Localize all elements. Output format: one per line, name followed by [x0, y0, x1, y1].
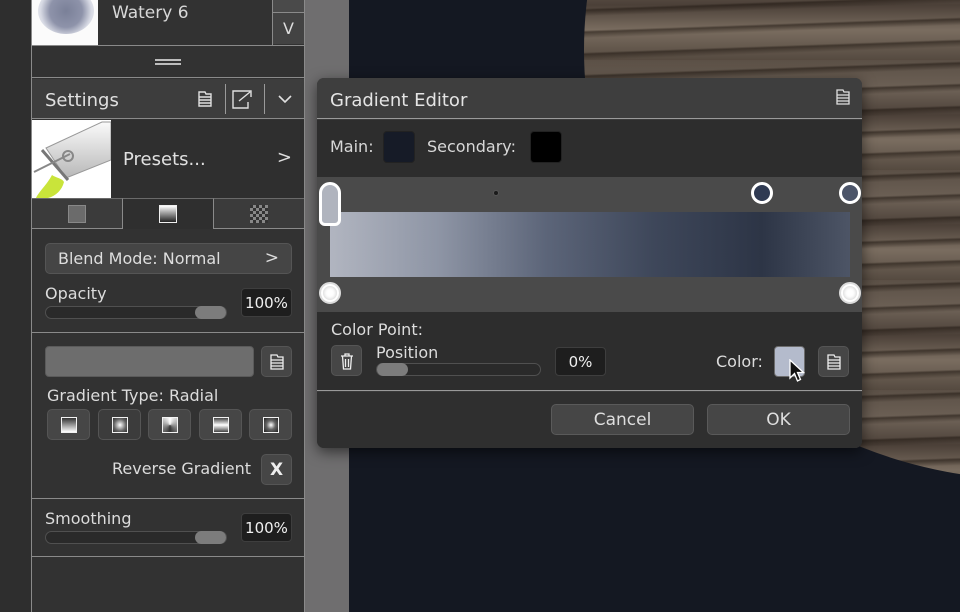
- gradient-bar[interactable]: [330, 212, 850, 277]
- main-color-label: Main:: [330, 137, 374, 156]
- diamond-gradient-icon: [262, 416, 279, 433]
- opacity-value[interactable]: 100%: [241, 288, 292, 317]
- left-toolbar-strip: [0, 0, 31, 612]
- menu-icon[interactable]: [836, 89, 850, 109]
- secondary-color-label: Secondary:: [427, 137, 516, 156]
- dialog-title: Gradient Editor: [330, 90, 468, 111]
- divider: [32, 556, 304, 557]
- smoothing-slider-thumb[interactable]: [195, 531, 226, 544]
- gradient-preview-bar[interactable]: [45, 346, 254, 377]
- position-slider[interactable]: [376, 363, 541, 376]
- divider: [32, 498, 304, 499]
- gradient-type-diamond-button[interactable]: [249, 409, 292, 440]
- smoothing-label: Smoothing: [45, 509, 132, 528]
- delete-point-button[interactable]: [331, 345, 362, 376]
- gradient-menu-button[interactable]: [261, 346, 292, 377]
- smoothing-slider[interactable]: [45, 531, 227, 544]
- conical-gradient-icon: [161, 416, 178, 433]
- gradient-type-radial-button[interactable]: [98, 409, 141, 440]
- color-menu-button[interactable]: [818, 346, 849, 377]
- gradient-midpoint-handle[interactable]: [493, 190, 500, 196]
- fill-type-tabs: [32, 198, 304, 230]
- color-stop-handle[interactable]: [319, 182, 341, 226]
- reverse-gradient-toggle[interactable]: X: [261, 454, 292, 485]
- secondary-color-swatch[interactable]: [530, 131, 562, 163]
- opacity-stop-handle[interactable]: [839, 282, 861, 304]
- gradient-editor-dialog: Gradient Editor Main: Secondary: Color P…: [317, 78, 862, 448]
- collapse-chevron-icon[interactable]: [273, 87, 297, 111]
- brush-name: Watery 6: [112, 3, 189, 23]
- chevron-right-icon: >: [264, 248, 279, 268]
- drag-handle-icon: [155, 58, 181, 65]
- panel-resize-handle[interactable]: [32, 46, 304, 78]
- menu-icon[interactable]: [193, 87, 217, 111]
- presets-label: Presets...: [123, 149, 206, 170]
- radial-gradient-icon: [111, 416, 128, 433]
- tab-gradient[interactable]: [122, 198, 214, 229]
- color-stop-handle[interactable]: [750, 182, 773, 204]
- blend-mode-button[interactable]: Blend Mode: Normal >: [45, 243, 292, 274]
- mouse-pointer-icon: [789, 358, 806, 387]
- presets-row[interactable]: Presets... >: [32, 120, 304, 198]
- dialog-header: Gradient Editor: [317, 78, 862, 119]
- divider: [32, 332, 304, 333]
- tab-pattern[interactable]: [214, 198, 304, 229]
- brush-scroll[interactable]: V: [272, 0, 304, 45]
- reverse-gradient-label: Reverse Gradient: [112, 459, 252, 478]
- presets-thumbnail: [32, 120, 111, 198]
- opacity-label: Opacity: [45, 284, 107, 303]
- chevron-down-icon[interactable]: V: [273, 13, 304, 44]
- gradient-editing-area: [317, 177, 862, 312]
- scroll-up-button[interactable]: [273, 0, 304, 13]
- position-label: Position: [376, 343, 439, 362]
- export-icon[interactable]: [231, 87, 255, 111]
- gradient-type-linear-button[interactable]: [47, 409, 90, 440]
- menu-icon: [269, 353, 284, 370]
- color-label: Color:: [716, 352, 763, 371]
- checkerboard-icon: [250, 204, 268, 223]
- brush-row[interactable]: Watery 6 V: [32, 0, 304, 46]
- main-color-swatch[interactable]: [383, 131, 415, 163]
- gradient-type-conical-button[interactable]: [148, 409, 191, 440]
- settings-header: Settings: [32, 79, 304, 119]
- chevron-right-icon: >: [276, 147, 292, 168]
- color-stop-handle[interactable]: [839, 182, 861, 204]
- tab-solid-color[interactable]: [32, 198, 122, 229]
- brush-thumbnail: [32, 0, 98, 45]
- linear-gradient-icon: [60, 416, 77, 433]
- mirrored-gradient-icon: [212, 416, 229, 433]
- brush-settings-panel: Watery 6 V Settings Presets... > Blend M…: [31, 0, 305, 612]
- position-value[interactable]: 0%: [555, 347, 606, 376]
- opacity-slider-thumb[interactable]: [195, 306, 226, 319]
- main-secondary-colors: Main: Secondary:: [317, 120, 862, 177]
- solid-square-icon: [68, 204, 86, 223]
- blend-mode-label: Blend Mode: Normal: [58, 249, 221, 268]
- opacity-stop-handle[interactable]: [319, 282, 341, 304]
- gradient-type-label: Gradient Type: Radial: [47, 386, 219, 405]
- smoothing-value[interactable]: 100%: [241, 513, 292, 542]
- color-point-section: Color Point: Position 0% Color:: [317, 312, 862, 391]
- dialog-footer: Cancel OK: [317, 392, 862, 448]
- gradient-square-icon: [159, 205, 177, 223]
- cancel-button[interactable]: Cancel: [551, 404, 694, 435]
- gradient-type-mirrored-button[interactable]: [199, 409, 242, 440]
- separator: [264, 84, 265, 114]
- position-slider-thumb[interactable]: [377, 363, 408, 376]
- separator: [225, 84, 226, 114]
- trash-icon: [340, 352, 353, 370]
- menu-icon: [826, 353, 841, 370]
- settings-title: Settings: [45, 90, 119, 111]
- ok-button[interactable]: OK: [707, 404, 850, 435]
- opacity-slider[interactable]: [45, 306, 227, 319]
- color-point-label: Color Point:: [331, 320, 423, 339]
